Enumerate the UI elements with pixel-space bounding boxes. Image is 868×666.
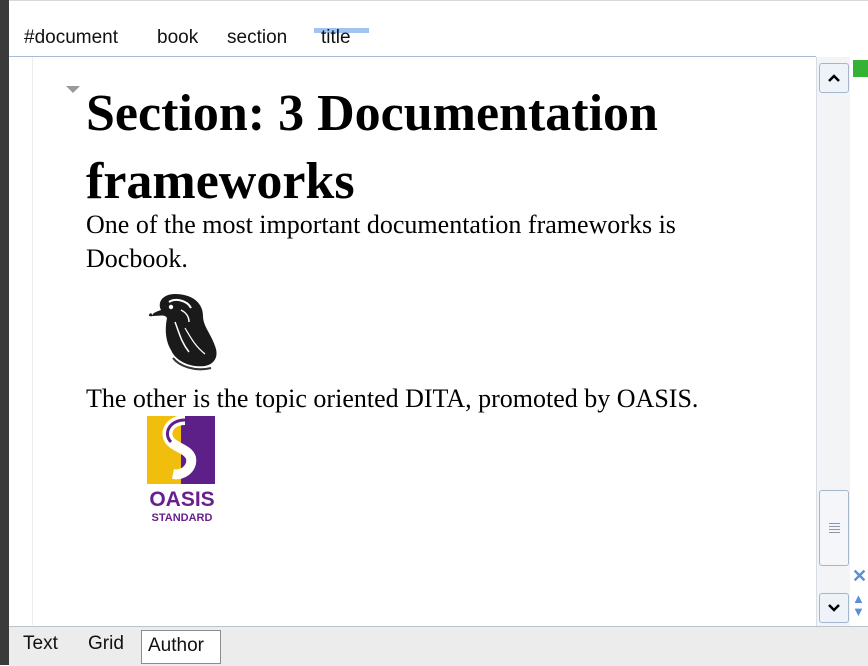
fold-triangle-icon[interactable] bbox=[66, 86, 80, 93]
oasis-logo-text: OASIS bbox=[149, 488, 215, 511]
tab-grid[interactable]: Grid bbox=[88, 633, 124, 655]
oasis-emblem-icon bbox=[147, 415, 215, 484]
editor-gutter-line bbox=[32, 57, 33, 625]
up-down-arrows-icon[interactable]: ▲ ▼ bbox=[852, 592, 865, 618]
close-icon[interactable]: ✕ bbox=[852, 566, 867, 587]
scroll-down-button[interactable] bbox=[819, 593, 849, 623]
vertical-scrollbar[interactable] bbox=[816, 57, 851, 626]
tab-text[interactable]: Text bbox=[23, 633, 58, 655]
paragraph-docbook[interactable]: One of the most important documentation … bbox=[86, 208, 766, 276]
breadcrumb-item-book[interactable]: book bbox=[157, 27, 198, 49]
scrollbar-thumb[interactable] bbox=[819, 490, 849, 566]
breadcrumb-item-document[interactable]: #document bbox=[24, 27, 118, 49]
window-left-frame bbox=[0, 0, 9, 665]
chevron-down-icon bbox=[828, 604, 840, 612]
breadcrumb-item-title[interactable]: title bbox=[321, 27, 351, 49]
chevron-up-icon bbox=[828, 74, 840, 82]
tab-author-label: Author bbox=[148, 635, 204, 656]
status-marker bbox=[853, 60, 868, 77]
breadcrumb-item-section[interactable]: section bbox=[227, 27, 287, 49]
docbook-duck-logo[interactable] bbox=[145, 288, 227, 374]
oasis-logo[interactable]: OASIS STANDARD bbox=[145, 415, 219, 528]
paragraph-dita[interactable]: The other is the topic oriented DITA, pr… bbox=[86, 382, 806, 416]
top-frame bbox=[9, 0, 868, 9]
section-title[interactable]: Section: 3 Documentation frameworks bbox=[86, 80, 786, 216]
right-side-panel bbox=[850, 56, 868, 626]
scroll-up-button[interactable] bbox=[819, 63, 849, 93]
tab-author[interactable]: Author bbox=[141, 630, 221, 664]
view-mode-bar: Text Grid bbox=[9, 626, 868, 666]
oasis-logo-subtext: STANDARD bbox=[151, 512, 213, 524]
breadcrumb: #document book section title bbox=[9, 12, 868, 56]
